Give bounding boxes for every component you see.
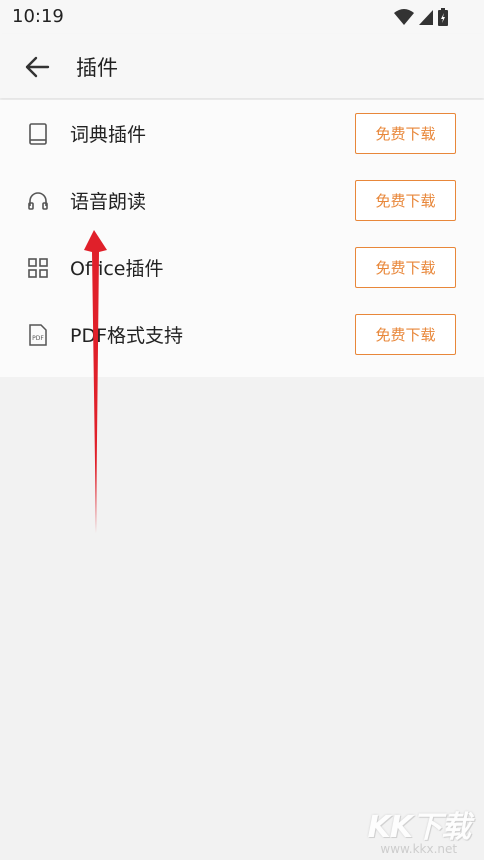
plugin-label: 词典插件 bbox=[70, 124, 147, 146]
office-grid-icon bbox=[26, 256, 50, 280]
headphones-icon bbox=[26, 189, 50, 213]
download-button-tts[interactable]: 免费下载 bbox=[355, 180, 456, 221]
plugin-label: PDF格式支持 bbox=[70, 325, 184, 347]
download-button-dictionary[interactable]: 免费下载 bbox=[355, 113, 456, 154]
battery-icon bbox=[438, 8, 448, 26]
signal-icon bbox=[419, 10, 433, 25]
page-title: 插件 bbox=[76, 56, 118, 80]
status-bar: 10:19 bbox=[0, 0, 484, 34]
plugin-row-office: Office插件 免费下载 bbox=[0, 234, 484, 301]
watermark: KK下载 www.kkx.net bbox=[368, 802, 471, 856]
plugin-row-tts: 语音朗读 免费下载 bbox=[0, 167, 484, 234]
book-icon bbox=[26, 122, 50, 146]
download-button-office[interactable]: 免费下载 bbox=[355, 247, 456, 288]
status-time: 10:19 bbox=[12, 6, 64, 27]
plugin-label: Office插件 bbox=[70, 258, 164, 280]
back-button[interactable] bbox=[20, 50, 54, 84]
plugin-list: 词典插件 免费下载 语音朗读 免费下载 Office插件 免费下载 PDF PD… bbox=[0, 100, 484, 377]
app-bar: 插件 bbox=[0, 34, 484, 98]
status-icons bbox=[394, 7, 448, 27]
watermark-logo: KK下载 bbox=[367, 810, 471, 845]
plugin-row-pdf: PDF PDF格式支持 免费下载 bbox=[0, 301, 484, 368]
svg-text:PDF: PDF bbox=[32, 335, 44, 342]
download-button-pdf[interactable]: 免费下载 bbox=[355, 314, 456, 355]
arrow-left-icon bbox=[25, 56, 50, 78]
wifi-icon bbox=[394, 9, 414, 25]
watermark-url: www.kkx.net bbox=[380, 842, 458, 856]
pdf-file-icon: PDF bbox=[26, 323, 50, 347]
plugin-label: 语音朗读 bbox=[70, 191, 147, 213]
plugin-row-dictionary: 词典插件 免费下载 bbox=[0, 100, 484, 167]
